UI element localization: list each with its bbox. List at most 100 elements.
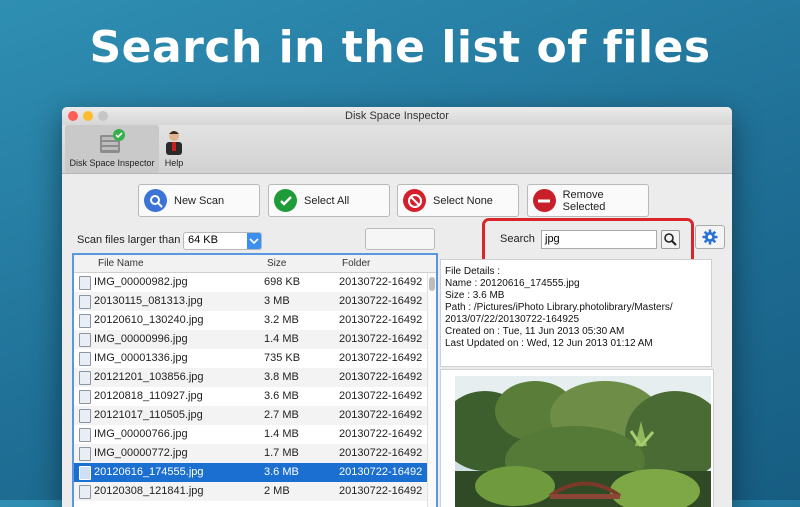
table-row[interactable]: 20121017_110505.jpg 2.7 MB 20130722-16492	[74, 406, 436, 425]
table-row[interactable]: IMG_00000982.jpg 698 KB 20130722-16492	[74, 273, 436, 292]
app-window: Disk Space Inspector Disk Space Inspecto…	[62, 107, 732, 507]
details-path-continued: 2013/07/22/20130722-164925	[445, 314, 580, 325]
cell-size: 3.6 MB	[264, 390, 299, 402]
cell-file-name: 20130115_081313.jpg	[94, 295, 203, 307]
prohibited-icon	[403, 189, 426, 212]
cell-file-name: IMG_00000982.jpg	[94, 276, 188, 288]
magnifier-icon	[144, 189, 167, 212]
cell-size: 1.7 MB	[264, 447, 299, 459]
cell-file-name: 20120308_121841.jpg	[94, 485, 204, 497]
cell-folder: 20130722-16492	[339, 276, 423, 288]
details-name: Name : 20120616_174555.jpg	[445, 278, 580, 289]
new-scan-label: New Scan	[174, 194, 225, 207]
column-header-size[interactable]: Size	[267, 258, 286, 269]
file-icon	[79, 314, 91, 328]
table-body: IMG_00000982.jpg 698 KB 20130722-16492 2013…	[74, 273, 436, 501]
table-scrollbar[interactable]	[427, 273, 436, 507]
partially-hidden-button[interactable]	[365, 228, 435, 250]
cell-file-name: 20120818_110927.jpg	[94, 390, 203, 402]
size-filter-label: Scan files larger than	[77, 234, 181, 246]
size-filter-select[interactable]: 64 KB	[183, 232, 262, 250]
cell-folder: 20130722-16492	[339, 333, 423, 345]
title-bar: Disk Space Inspector	[62, 107, 732, 125]
select-none-label: Select None	[433, 194, 493, 207]
file-details-panel: File Details : Name : 20120616_174555.jp…	[440, 259, 712, 367]
cell-size: 1.4 MB	[264, 333, 299, 345]
cell-file-name: 20120616_174555.jpg	[94, 466, 204, 478]
file-icon	[79, 352, 91, 366]
table-row[interactable]: 20130115_081313.jpg 3 MB 20130722-16492	[74, 292, 436, 311]
file-icon	[79, 409, 91, 423]
details-updated: Last Updated on : Wed, 12 Jun 2013 01:12…	[445, 338, 653, 349]
scrollbar-thumb[interactable]	[429, 277, 435, 291]
cell-folder: 20130722-16492	[339, 352, 423, 364]
cell-folder: 20130722-16492	[339, 371, 423, 383]
file-icon	[79, 466, 91, 480]
remove-selected-label: Remove Selected	[562, 188, 606, 213]
search-label: Search	[500, 233, 535, 245]
file-icon	[79, 371, 91, 385]
zoom-window-button[interactable]	[98, 111, 108, 121]
cell-size: 3.6 MB	[264, 466, 299, 478]
cell-folder: 20130722-16492	[339, 409, 423, 421]
table-row[interactable]: 20120616_174555.jpg 3.6 MB 20130722-16492	[74, 463, 436, 482]
headline: Search in the list of files	[89, 22, 711, 73]
remove-selected-button[interactable]: Remove Selected	[527, 184, 649, 217]
select-all-label: Select All	[304, 194, 350, 207]
file-icon	[79, 333, 91, 347]
window-title: Disk Space Inspector	[345, 110, 449, 122]
column-header-file-name[interactable]: File Name	[98, 258, 144, 269]
cell-file-name: IMG_00000772.jpg	[94, 447, 188, 459]
cell-size: 3.8 MB	[264, 371, 299, 383]
cell-size: 3.2 MB	[264, 314, 299, 326]
file-table[interactable]: File Name Size Folder IMG_00000982.jpg 69…	[72, 253, 438, 507]
table-row[interactable]: IMG_00000772.jpg 1.7 MB 20130722-16492	[74, 444, 436, 463]
file-icon	[79, 485, 91, 499]
column-header-folder[interactable]: Folder	[342, 258, 370, 269]
cell-folder: 20130722-16492	[339, 466, 423, 478]
details-created: Created on : Tue, 11 Jun 2013 05:30 AM	[445, 326, 625, 337]
gear-icon	[702, 229, 718, 245]
minimize-window-button[interactable]	[83, 111, 93, 121]
table-row[interactable]: IMG_00000996.jpg 1.4 MB 20130722-16492	[74, 330, 436, 349]
image-preview-panel	[440, 369, 714, 507]
select-all-button[interactable]: Select All	[268, 184, 390, 217]
cell-folder: 20130722-16492	[339, 428, 423, 440]
settings-button[interactable]	[695, 225, 725, 249]
select-none-button[interactable]: Select None	[397, 184, 519, 217]
checkmark-icon	[274, 189, 297, 212]
file-icon	[79, 295, 91, 309]
file-icon	[79, 428, 91, 442]
details-path: Path : /Pictures/iPhoto Library.photolib…	[445, 302, 673, 313]
details-size: Size : 3.6 MB	[445, 290, 505, 301]
help-person-icon	[166, 131, 182, 155]
toolbar-item-label: Help	[164, 158, 184, 168]
table-row[interactable]: 20120610_130240.jpg 3.2 MB 20130722-16492	[74, 311, 436, 330]
table-row[interactable]: IMG_00001336.jpg 735 KB 20130722-16492	[74, 349, 436, 368]
preview-photo	[455, 376, 711, 507]
table-row[interactable]: 20121201_103856.jpg 3.8 MB 20130722-16492	[74, 368, 436, 387]
cell-size: 698 KB	[264, 276, 301, 288]
cell-file-name: IMG_00000766.jpg	[94, 428, 188, 440]
cell-file-name: IMG_00000996.jpg	[94, 333, 188, 345]
table-row[interactable]: 20120308_121841.jpg 2 MB 20130722-16492	[74, 482, 436, 501]
cell-folder: 20130722-16492	[339, 390, 423, 402]
cell-folder: 20130722-16492	[339, 485, 423, 497]
search-button[interactable]	[661, 230, 680, 249]
new-scan-button[interactable]: New Scan	[138, 184, 260, 217]
toolbar: Disk Space Inspector Help	[62, 125, 732, 174]
file-icon	[79, 390, 91, 404]
close-window-button[interactable]	[68, 111, 78, 121]
cell-size: 2 MB	[264, 485, 290, 497]
toolbar-item-disk-inspector[interactable]: Disk Space Inspector	[65, 125, 159, 173]
search-icon	[664, 233, 677, 246]
remove-icon	[533, 189, 556, 212]
table-row[interactable]: 20120818_110927.jpg 3.6 MB 20130722-16492	[74, 387, 436, 406]
table-row[interactable]: IMG_00000766.jpg 1.4 MB 20130722-16492	[74, 425, 436, 444]
cell-folder: 20130722-16492	[339, 447, 423, 459]
cell-size: 3 MB	[264, 295, 290, 307]
file-icon	[79, 447, 91, 461]
toolbar-item-help[interactable]: Help	[161, 125, 187, 173]
size-filter-value: 64 KB	[188, 234, 218, 246]
search-input[interactable]: jpg	[541, 230, 657, 249]
